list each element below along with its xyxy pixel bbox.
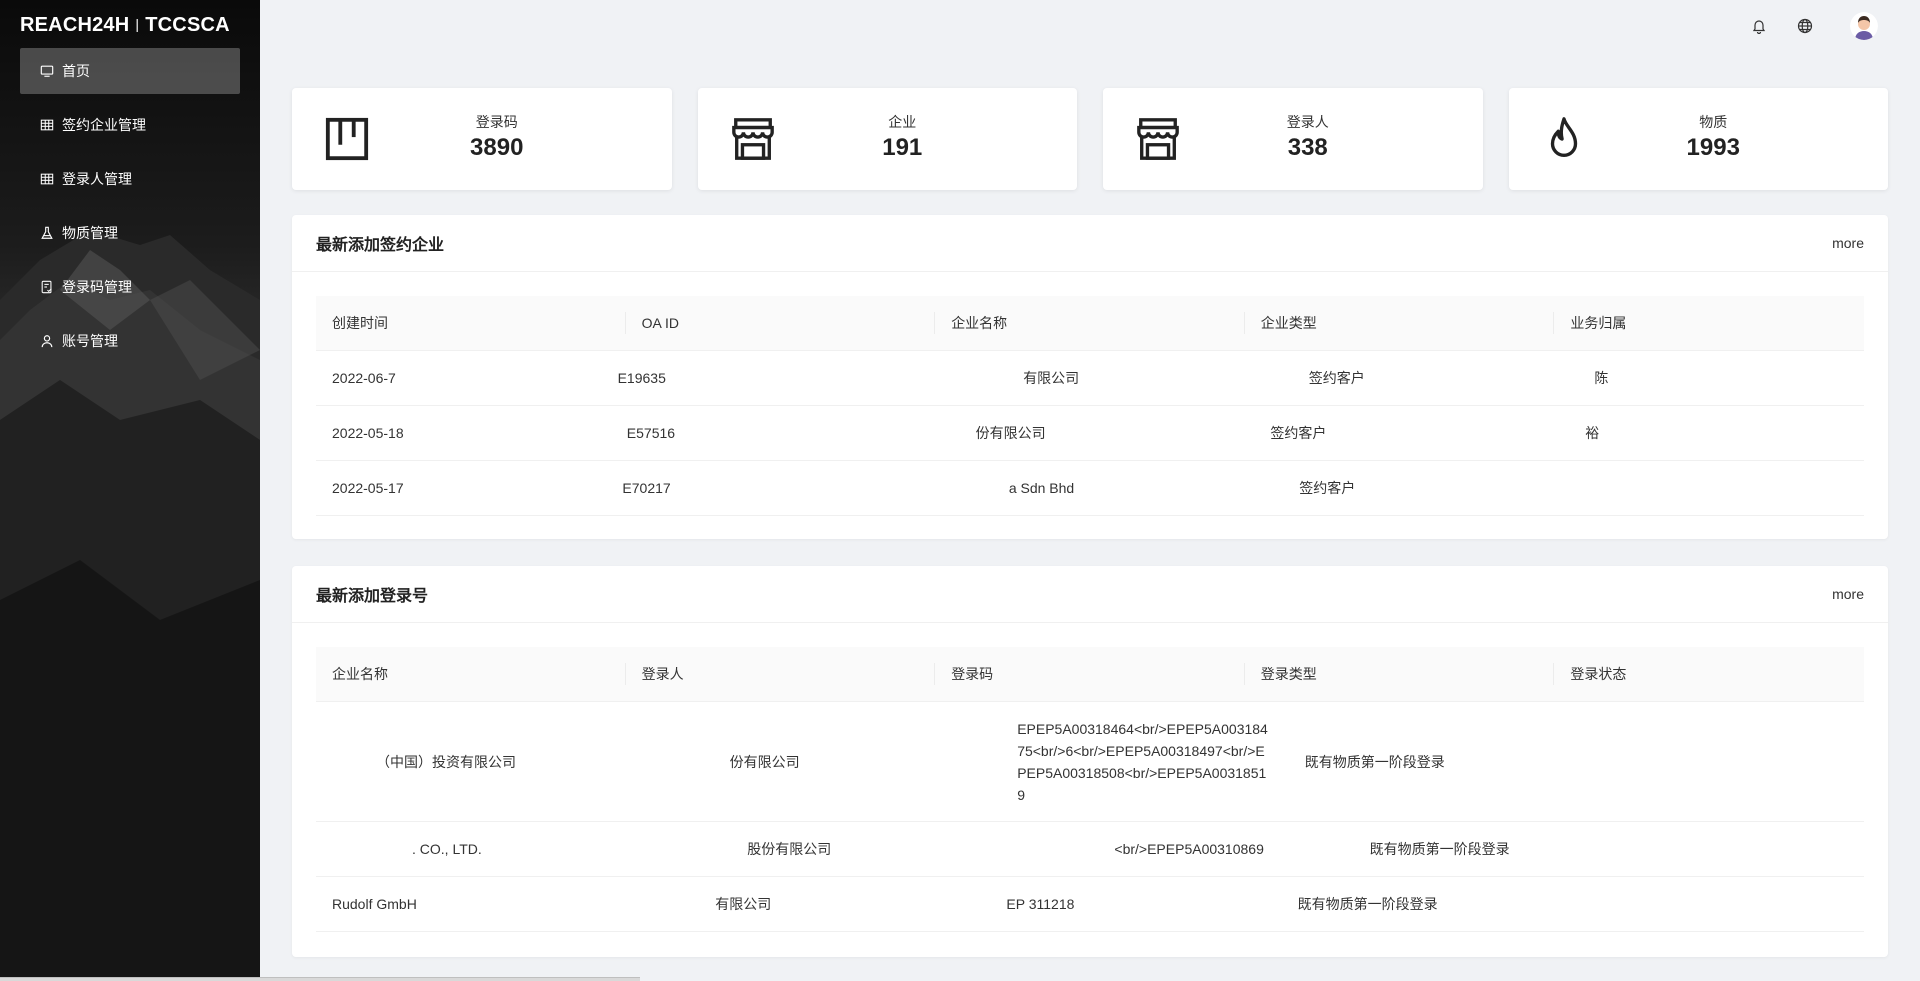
sidebar-item-substances[interactable]: 物质管理 (20, 210, 240, 256)
stat-value: 3890 (470, 134, 524, 161)
user-icon (40, 334, 54, 348)
more-link[interactable]: more (1832, 235, 1864, 251)
sidebar-item-label: 首页 (62, 63, 90, 79)
logo-left: REACH24H (20, 14, 130, 36)
sidebar-item-accounts[interactable]: 账号管理 (20, 318, 240, 364)
column-header[interactable]: 登录状态 (1554, 664, 1864, 684)
stat-card-registration-codes[interactable]: 登录码 3890 (292, 88, 672, 190)
table-row[interactable]: . CO., LTD. 股份有限公司 <br/>EPEP5A00310869 既… (316, 822, 1864, 877)
sidebar-item-label: 签约企业管理 (62, 117, 146, 133)
stat-card-companies[interactable]: 企业 191 (697, 88, 1077, 190)
cell-registrant: 股份有限公司 (747, 841, 832, 857)
app-logo[interactable]: REACH24H | TCCSCA (20, 14, 230, 37)
sidebar: REACH24H | TCCSCA 首页 签约企业管理 登录人管理 物质管理 登… (0, 0, 260, 977)
table-row[interactable]: Rudolf GmbH 有限公司 EP 311218 既有物质第一阶段登录 (316, 877, 1864, 932)
cell-registration-code: EPEP5A00318464<br/>EPEP5A00318475<br/>6<… (1017, 720, 1268, 803)
cell-company-type: 签约客户 (1270, 425, 1327, 441)
stat-label: 登录人 (1286, 114, 1329, 130)
cell-company-name: . CO., LTD. (412, 841, 482, 857)
panel-header: 最新添加签约企业 more (292, 215, 1888, 272)
table-icon (40, 118, 54, 132)
cell-registration-type: 既有物质第一阶段登录 (1304, 753, 1445, 770)
table-row[interactable]: （中国）投资有限公司 份有限公司 EPEP5A00318464<br/>EPEP… (316, 702, 1864, 822)
cell-registration-code: <br/>EPEP5A00310869 (1114, 841, 1264, 857)
column-header[interactable]: OA ID (626, 315, 936, 331)
sidebar-item-home[interactable]: 首页 (20, 48, 240, 94)
column-header[interactable]: 登录码 (935, 664, 1245, 684)
stat-value: 1993 (1686, 134, 1740, 161)
panel-title: 最新添加登录号 (316, 588, 429, 605)
sidebar-item-registrants[interactable]: 登录人管理 (20, 156, 240, 202)
cell-registration-code: EP 311218 (1006, 896, 1075, 912)
cell-oa-id: E19635 (617, 370, 666, 386)
column-header[interactable]: 登录人 (626, 664, 936, 684)
panel-title: 最新添加签约企业 (316, 237, 445, 254)
stat-value: 191 (882, 134, 923, 161)
column-header[interactable]: 企业名称 (316, 664, 626, 684)
table-row[interactable]: 2022-06-7 E19635 有限公司 签约客户 陈 (316, 351, 1864, 406)
cell-company-type: 签约客户 (1308, 370, 1365, 386)
sidebar-item-companies[interactable]: 签约企业管理 (20, 102, 240, 148)
sidebar-menu: 首页 签约企业管理 登录人管理 物质管理 登录码管理 账号管理 (20, 48, 240, 372)
header-actions (1722, 12, 1878, 40)
latest-companies-panel: 最新添加签约企业 more 创建时间 OA ID 企业名称 企业类型 业务归属 … (292, 215, 1888, 539)
cell-registrant: 有限公司 (715, 896, 772, 912)
cell-created-time: 2022-05-17 (332, 480, 404, 496)
registrations-table: 企业名称 登录人 登录码 登录类型 登录状态 （中国）投资有限公司 份有限公司 … (316, 647, 1864, 932)
cell-oa-id: E57516 (626, 425, 676, 441)
stat-value: 338 (1287, 134, 1328, 161)
column-header[interactable]: 企业类型 (1245, 313, 1555, 333)
stat-label: 物质 (1699, 114, 1728, 130)
companies-table: 创建时间 OA ID 企业名称 企业类型 业务归属 2022-06-7 E196… (316, 296, 1864, 516)
cell-company-name: Rudolf GmbH (332, 896, 417, 912)
user-avatar[interactable] (1850, 12, 1878, 40)
cell-business-owner: 裕 (1585, 425, 1600, 441)
stat-card-registrants[interactable]: 登录人 338 (1103, 88, 1483, 190)
sidebar-item-label: 登录人管理 (62, 171, 132, 187)
flask-icon (40, 226, 54, 240)
sidebar-item-label: 登录码管理 (62, 279, 132, 295)
cell-company-type: 签约客户 (1299, 480, 1356, 496)
latest-registrations-panel: 最新添加登录号 more 企业名称 登录人 登录码 登录类型 登录状态 （中国）… (292, 566, 1888, 957)
table-row[interactable]: 2022-05-18 E57516 份有限公司 签约客户 裕 (316, 406, 1864, 461)
column-header[interactable]: 业务归属 (1554, 313, 1864, 333)
logo-right: TCCSCA (145, 14, 230, 36)
cell-company-name: （中国）投资有限公司 (376, 753, 516, 770)
column-header[interactable]: 企业名称 (935, 313, 1245, 333)
logo-separator: | (135, 16, 140, 32)
cell-registration-type: 既有物质第一阶段登录 (1369, 841, 1510, 857)
file-check-icon (40, 280, 54, 294)
column-header[interactable]: 创建时间 (316, 313, 626, 333)
sidebar-item-label: 物质管理 (62, 225, 118, 241)
cell-created-time: 2022-05-18 (332, 425, 404, 441)
cell-registrant: 份有限公司 (729, 753, 800, 770)
cell-company-name: 有限公司 (1023, 370, 1080, 386)
stat-cards: 登录码 3890 企业 191 登录人 338 物质 1993 (292, 88, 1888, 190)
panel-header: 最新添加登录号 more (292, 566, 1888, 623)
sidebar-item-label: 账号管理 (62, 333, 118, 349)
horizontal-scrollbar[interactable] (0, 977, 640, 981)
cell-business-owner: 陈 (1594, 370, 1609, 386)
cell-company-name: a Sdn Bhd (1008, 480, 1075, 496)
sidebar-item-registration-codes[interactable]: 登录码管理 (20, 264, 240, 310)
table-header: 创建时间 OA ID 企业名称 企业类型 业务归属 (316, 296, 1864, 351)
globe-icon[interactable] (1796, 17, 1814, 35)
cell-oa-id: E70217 (622, 480, 671, 496)
more-link[interactable]: more (1832, 586, 1864, 602)
bell-icon[interactable] (1750, 17, 1768, 35)
stat-card-substances[interactable]: 物质 1993 (1508, 88, 1888, 190)
cell-registration-type: 既有物质第一阶段登录 (1297, 896, 1438, 912)
column-header[interactable]: 登录类型 (1245, 664, 1555, 684)
cell-created-time: 2022-06-7 (332, 370, 396, 386)
cell-company-name: 份有限公司 (975, 425, 1046, 441)
table-icon (40, 172, 54, 186)
stat-label: 企业 (888, 114, 917, 130)
stat-label: 登录码 (475, 114, 518, 130)
table-header: 企业名称 登录人 登录码 登录类型 登录状态 (316, 647, 1864, 702)
monitor-icon (40, 64, 54, 78)
table-row[interactable]: 2022-05-17 E70217 a Sdn Bhd 签约客户 (316, 461, 1864, 516)
